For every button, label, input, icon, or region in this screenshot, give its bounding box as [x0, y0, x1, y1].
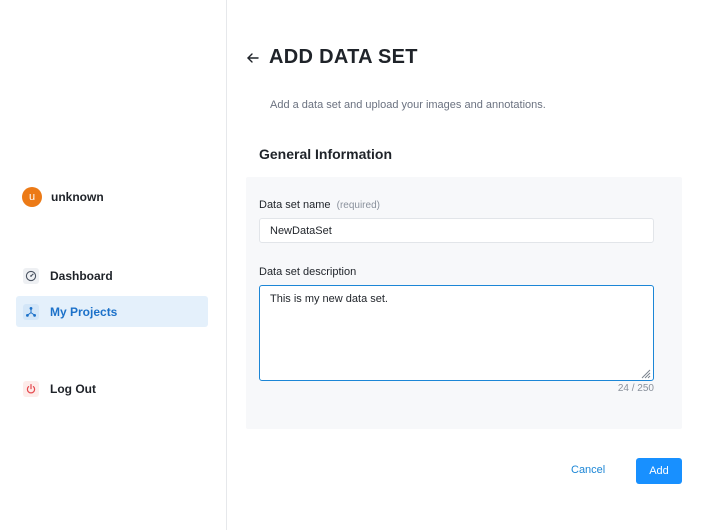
avatar: u — [22, 187, 42, 207]
sidebar-item-log-out[interactable]: Log Out — [16, 373, 208, 404]
sidebar-item-label: Dashboard — [50, 268, 113, 283]
data-set-description-label: Data set description — [259, 266, 357, 278]
cancel-button[interactable]: Cancel — [571, 464, 605, 476]
page-header: ADD DATA SET — [246, 46, 418, 69]
main-content: ADD DATA SET Add a data set and upload y… — [227, 0, 723, 530]
data-set-description-textarea[interactable]: This is my new data set. — [259, 285, 654, 381]
page-title: ADD DATA SET — [269, 46, 418, 68]
section-title: General Information — [259, 146, 393, 162]
power-icon — [23, 380, 39, 397]
general-information-form: Data set name (required) Data set descri… — [246, 177, 682, 429]
sidebar-item-dashboard[interactable]: Dashboard — [16, 260, 208, 291]
data-set-name-input[interactable] — [259, 218, 654, 243]
dashboard-gauge-icon — [23, 267, 39, 284]
character-count: 24 / 250 — [617, 383, 654, 394]
data-set-name-label-text: Data set name — [259, 199, 331, 211]
sidebar-item-label: Log Out — [50, 381, 96, 396]
back-arrow-icon[interactable] — [246, 51, 260, 65]
required-hint: (required) — [336, 200, 380, 211]
page-subtitle: Add a data set and upload your images an… — [270, 99, 546, 111]
projects-network-icon — [23, 303, 39, 320]
sidebar: u unknown Dashboard My Projects Log Out — [0, 0, 227, 530]
resize-handle-icon[interactable] — [639, 366, 651, 379]
data-set-name-label: Data set name (required) — [259, 199, 380, 211]
sidebar-item-label: My Projects — [50, 304, 118, 319]
add-button[interactable]: Add — [636, 458, 682, 484]
sidebar-item-my-projects[interactable]: My Projects — [16, 296, 208, 327]
username: unknown — [51, 190, 104, 204]
user-profile[interactable]: u unknown — [22, 187, 104, 207]
